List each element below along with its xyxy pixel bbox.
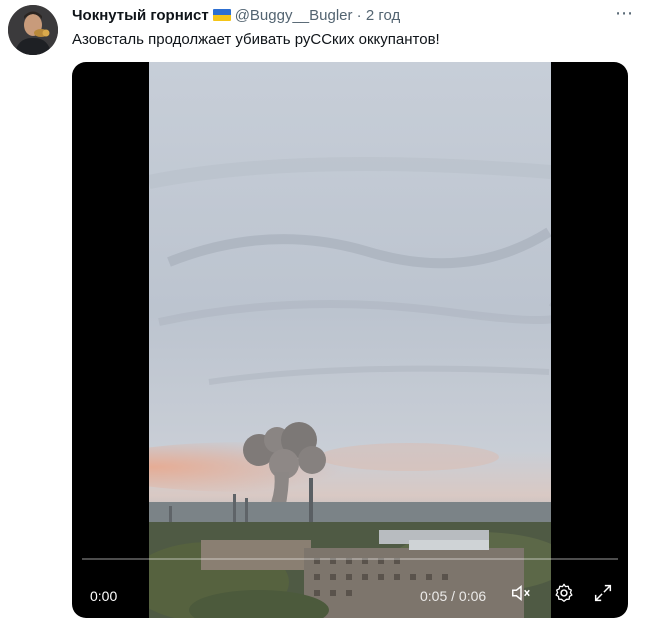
more-options-icon[interactable]: ⋯ — [615, 4, 634, 22]
tweet-timestamp[interactable]: 2 год — [366, 7, 400, 24]
author-name[interactable]: Чокнутый горнист — [72, 7, 209, 24]
tweet-header: Чокнутый горнист @Buggy__Bugler · 2 год — [72, 6, 616, 26]
mute-icon[interactable] — [510, 582, 532, 604]
video-duration: 0:05 / 0:06 — [420, 588, 487, 604]
separator-dot: · — [356, 7, 362, 24]
video-controls: 0:00 0:05 / 0:06 — [72, 568, 628, 618]
tweet-text: Азовсталь продолжает убивать руССких окк… — [72, 31, 440, 48]
author-handle[interactable]: @Buggy__Bugler — [235, 7, 353, 24]
avatar[interactable] — [8, 5, 58, 55]
ukraine-flag-icon — [212, 9, 231, 21]
video-frame[interactable] — [149, 62, 551, 618]
video-progress-bar[interactable] — [82, 558, 618, 560]
video-frame-image — [149, 62, 551, 618]
settings-icon[interactable] — [553, 582, 575, 604]
video-player[interactable]: 0:00 0:05 / 0:06 — [72, 62, 628, 618]
fullscreen-icon[interactable] — [592, 582, 614, 604]
video-elapsed-time: 0:00 — [90, 588, 118, 604]
avatar-image — [8, 5, 58, 55]
